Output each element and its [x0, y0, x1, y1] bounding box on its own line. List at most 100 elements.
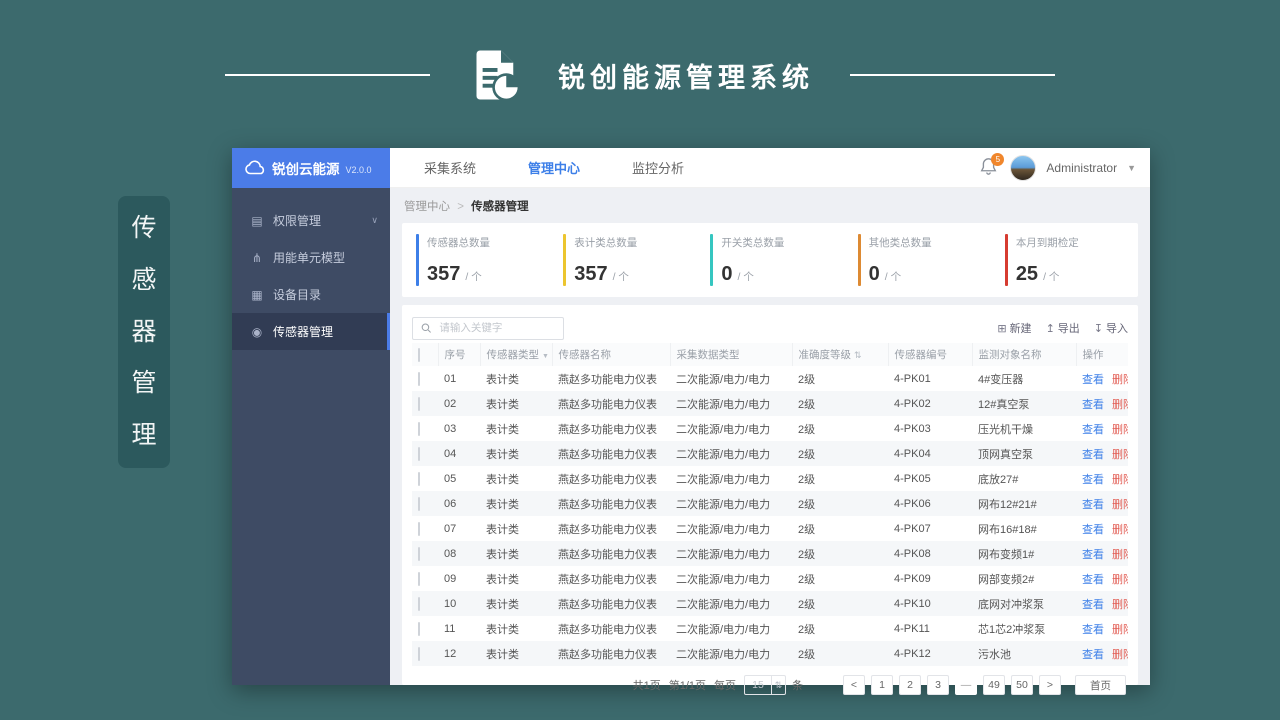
stat-color-bar: [1004, 234, 1008, 286]
cell-sensor-type: 表计类: [486, 573, 519, 586]
cell-sensor-code: 4-PK06: [894, 497, 931, 510]
page-number-button[interactable]: 1: [871, 675, 893, 695]
page-number-button[interactable]: 3: [927, 675, 949, 695]
delete-link[interactable]: 删除: [1112, 574, 1128, 586]
view-link[interactable]: 查看: [1082, 574, 1104, 586]
main-area: 采集系统 管理中心 监控分析 5 Administrator ▼ 管理中心 > 传感…: [390, 148, 1150, 695]
row-checkbox[interactable]: [418, 446, 420, 461]
cell-no: 05: [444, 472, 457, 485]
sidebar-item-label: 传感器管理: [273, 325, 334, 339]
sidebar-item[interactable]: ⋔ 用能单元模型: [232, 239, 390, 276]
view-link[interactable]: 查看: [1082, 499, 1104, 511]
delete-link[interactable]: 删除: [1112, 599, 1128, 611]
cell-data-type: 二次能源/电力/电力: [676, 573, 771, 586]
delete-link[interactable]: 删除: [1112, 649, 1128, 661]
table-row: 12 表计类 燕赵多功能电力仪表 二次能源/电力/电力 2级 4-PK12 污水池 查看删除: [412, 641, 1128, 666]
delete-link[interactable]: 删除: [1112, 374, 1128, 386]
row-checkbox[interactable]: [418, 596, 420, 611]
filter-icon[interactable]: ▼: [542, 353, 549, 360]
cell-sensor-type: 表计类: [486, 548, 519, 561]
delete-link[interactable]: 删除: [1112, 499, 1128, 511]
cell-sensor-code: 4-PK04: [894, 447, 931, 460]
view-link[interactable]: 查看: [1082, 624, 1104, 636]
topnav-item[interactable]: 管理中心: [502, 148, 606, 187]
view-link[interactable]: 查看: [1082, 374, 1104, 386]
delete-link[interactable]: 删除: [1112, 524, 1128, 536]
avatar[interactable]: [1010, 154, 1037, 181]
row-checkbox[interactable]: [418, 571, 420, 586]
stat-label: 表计类总数量: [574, 237, 638, 249]
row-checkbox[interactable]: [418, 521, 420, 536]
page-number-button[interactable]: 49: [983, 675, 1005, 695]
breadcrumb-current: 传感器管理: [471, 201, 529, 213]
user-menu-caret-icon[interactable]: ▼: [1127, 163, 1136, 173]
view-link[interactable]: 查看: [1082, 524, 1104, 536]
select-all-checkbox[interactable]: [418, 347, 420, 362]
cell-sensor-code: 4-PK03: [894, 422, 931, 435]
row-checkbox[interactable]: [418, 496, 420, 511]
cell-sensor-name: 燕赵多功能电力仪表: [558, 598, 657, 611]
delete-link[interactable]: 删除: [1112, 624, 1128, 636]
row-checkbox[interactable]: [418, 421, 420, 436]
per-page-select[interactable]: 15 ⇅: [744, 675, 786, 695]
table-row: 06 表计类 燕赵多功能电力仪表 二次能源/电力/电力 2级 4-PK06 网布12#21#…: [412, 491, 1128, 516]
cell-data-type: 二次能源/电力/电力: [676, 473, 771, 486]
delete-link[interactable]: 删除: [1112, 474, 1128, 486]
cell-accuracy: 2级: [798, 548, 816, 561]
per-page-value: 15: [752, 679, 764, 691]
username: Administrator: [1046, 160, 1118, 175]
create-button[interactable]: ⊞ 新建: [997, 320, 1031, 336]
stat-value: 357: [574, 263, 608, 285]
view-link[interactable]: 查看: [1082, 449, 1104, 461]
pager-perpage-label: 每页: [714, 680, 736, 692]
cell-sensor-type: 表计类: [486, 498, 519, 511]
prev-page-button[interactable]: <: [843, 675, 865, 695]
delete-link[interactable]: 删除: [1112, 549, 1128, 561]
view-link[interactable]: 查看: [1082, 599, 1104, 611]
cell-accuracy: 2级: [798, 423, 816, 436]
cell-sensor-name: 燕赵多功能电力仪表: [558, 473, 657, 486]
view-link[interactable]: 查看: [1082, 424, 1104, 436]
stat-card: 表计类总数量 357 / 个: [549, 232, 696, 288]
view-link[interactable]: 查看: [1082, 474, 1104, 486]
row-checkbox[interactable]: [418, 646, 420, 661]
cell-sensor-code: 4-PK05: [894, 472, 931, 485]
delete-link[interactable]: 删除: [1112, 424, 1128, 436]
row-checkbox[interactable]: [418, 621, 420, 636]
notification-bell-icon[interactable]: 5: [980, 152, 1005, 179]
import-button[interactable]: ↧ 导入: [1094, 320, 1128, 336]
cell-no: 04: [444, 447, 457, 460]
topnav-item[interactable]: 采集系统: [398, 148, 502, 187]
app-logo: 锐创云能源 V2.0.0: [232, 148, 390, 188]
view-link[interactable]: 查看: [1082, 399, 1104, 411]
sort-icon[interactable]: ⇅: [854, 350, 862, 360]
export-button[interactable]: ↥ 导出: [1046, 320, 1080, 336]
table-toolbar: ⊞新建 ↥导出 ↧导入: [412, 313, 1128, 343]
breadcrumb-parent[interactable]: 管理中心: [404, 201, 450, 213]
search-icon: [421, 323, 431, 333]
stat-unit: / 个: [737, 271, 754, 283]
view-link[interactable]: 查看: [1082, 549, 1104, 561]
sidebar-item[interactable]: ▦ 设备目录: [232, 276, 390, 313]
search-input[interactable]: [439, 322, 555, 334]
table-row: 01 表计类 燕赵多功能电力仪表 二次能源/电力/电力 2级 4-PK01 4#变压器 查看删…: [412, 366, 1128, 391]
delete-link[interactable]: 删除: [1112, 399, 1128, 411]
page-number-button[interactable]: 2: [899, 675, 921, 695]
page-number-button[interactable]: 50: [1011, 675, 1033, 695]
first-page-button[interactable]: 首页: [1075, 675, 1126, 695]
sidebar-item[interactable]: ◉ 传感器管理: [232, 313, 390, 350]
per-page-stepper-icon[interactable]: ⇅: [771, 676, 785, 694]
row-checkbox[interactable]: [418, 371, 420, 386]
next-page-button[interactable]: >: [1039, 675, 1061, 695]
sidebar-item[interactable]: ▤ 权限管理 ∨: [232, 202, 390, 239]
delete-link[interactable]: 删除: [1112, 449, 1128, 461]
topnav-item[interactable]: 监控分析: [606, 148, 710, 187]
cell-target-name: 底网对冲浆泵: [978, 598, 1044, 611]
row-checkbox[interactable]: [418, 396, 420, 411]
content-area: 管理中心 > 传感器管理 传感器总数量 357/ 个表计类总数量 357/ 个开关类…: [390, 188, 1150, 695]
view-link[interactable]: 查看: [1082, 649, 1104, 661]
cell-no: 09: [444, 572, 457, 585]
cell-target-name: 4#变压器: [978, 373, 1024, 386]
row-checkbox[interactable]: [418, 471, 420, 486]
row-checkbox[interactable]: [418, 546, 420, 561]
